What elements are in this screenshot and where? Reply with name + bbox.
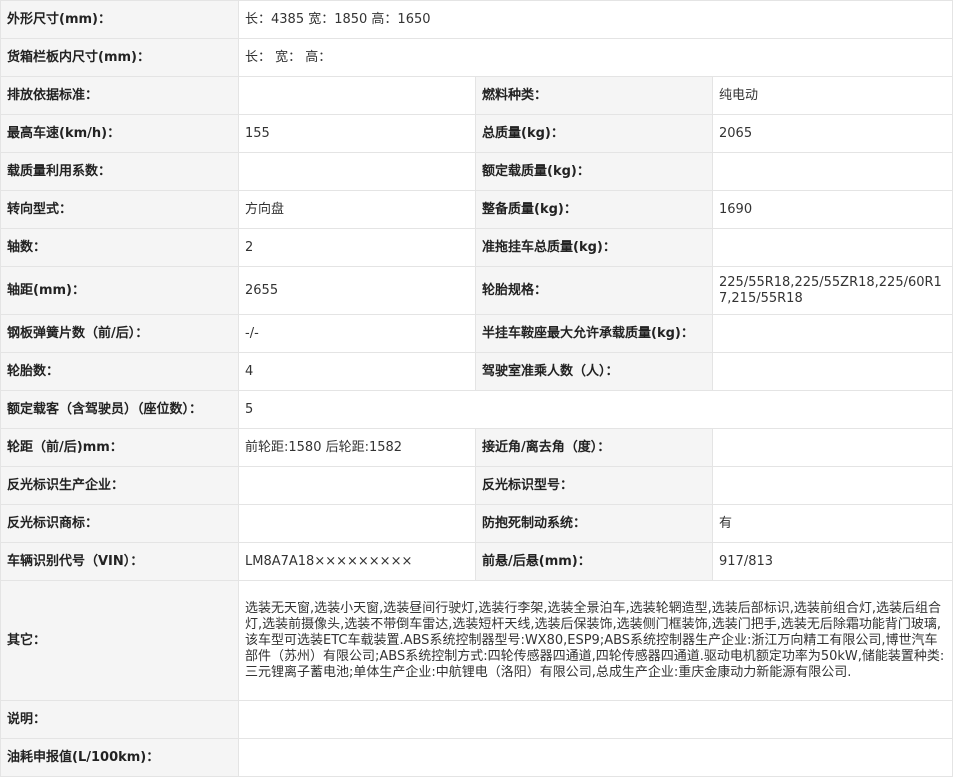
value-reflector-model bbox=[711, 466, 953, 505]
label-steering: 转向型式： bbox=[0, 190, 239, 229]
label-dims: 外形尺寸(mm)： bbox=[0, 0, 239, 39]
value-axles: 2 bbox=[238, 228, 476, 267]
value-saddle-load bbox=[711, 314, 953, 353]
value-dims: 长：4385 宽：1850 高：1650 bbox=[237, 0, 953, 39]
label-max-speed: 最高车速(km/h)： bbox=[0, 114, 239, 153]
label-other: 其它： bbox=[0, 580, 239, 701]
value-approach-angle bbox=[711, 428, 953, 467]
value-fuel-consumption bbox=[237, 738, 953, 777]
label-vin: 车辆识别代号（VIN）： bbox=[0, 542, 239, 581]
label-tire-spec: 轮胎规格： bbox=[475, 266, 713, 315]
value-cargo: 长： 宽： 高： bbox=[237, 38, 953, 77]
label-cargo: 货箱栏板内尺寸(mm)： bbox=[0, 38, 239, 77]
row-axles: 轴数： 2 准拖挂车总质量(kg)： bbox=[0, 228, 953, 267]
label-notes: 说明： bbox=[0, 700, 239, 739]
value-max-speed: 155 bbox=[238, 114, 476, 153]
value-reflector-maker bbox=[238, 466, 476, 505]
label-reflector-maker: 反光标识生产企业： bbox=[0, 466, 239, 505]
label-emission: 排放依据标准： bbox=[0, 76, 239, 115]
value-overhang: 917/813 bbox=[711, 542, 953, 581]
value-notes bbox=[237, 700, 953, 739]
row-vin: 车辆识别代号（VIN）： LM8A7A18××××××××× 前悬/后悬(mm)… bbox=[0, 542, 953, 581]
value-cab-capacity bbox=[711, 352, 953, 391]
value-track: 前轮距:1580 后轮距:1582 bbox=[238, 428, 476, 467]
value-steering: 方向盘 bbox=[238, 190, 476, 229]
row-speed: 最高车速(km/h)： 155 总质量(kg)： 2065 bbox=[0, 114, 953, 153]
row-track: 轮距（前/后)mm： 前轮距:1580 后轮距:1582 接近角/离去角（度）： bbox=[0, 428, 953, 467]
value-vin: LM8A7A18××××××××× bbox=[238, 542, 476, 581]
row-emission: 排放依据标准： 燃料种类： 纯电动 bbox=[0, 76, 953, 115]
row-other: 其它： 选装无天窗,选装小天窗,选装昼间行驶灯,选装行李架,选装全景泊车,选装轮… bbox=[0, 580, 953, 701]
value-tire-spec: 225/55R18,225/55ZR18,225/60R17,215/55R18 bbox=[711, 266, 953, 315]
value-fuel-type: 纯电动 bbox=[711, 76, 953, 115]
value-tire-count: 4 bbox=[238, 352, 476, 391]
value-gross-mass: 2065 bbox=[711, 114, 953, 153]
row-springs: 钢板弹簧片数（前/后）： -/- 半挂车鞍座最大允许承载质量(kg)： bbox=[0, 314, 953, 353]
value-springs: -/- bbox=[238, 314, 476, 353]
label-axles: 轴数： bbox=[0, 228, 239, 267]
value-abs: 有 bbox=[711, 504, 953, 543]
row-notes: 说明： bbox=[0, 700, 953, 739]
value-other: 选装无天窗,选装小天窗,选装昼间行驶灯,选装行李架,选装全景泊车,选装轮辋造型,… bbox=[237, 580, 953, 701]
row-cargo: 货箱栏板内尺寸(mm)： 长： 宽： 高： bbox=[0, 38, 953, 77]
label-tire-count: 轮胎数： bbox=[0, 352, 239, 391]
vehicle-spec-table: 外形尺寸(mm)： 长：4385 宽：1850 高：1650 货箱栏板内尺寸(m… bbox=[0, 0, 953, 777]
row-load-coef: 载质量利用系数： 额定载质量(kg)： bbox=[0, 152, 953, 191]
value-load-coef bbox=[238, 152, 476, 191]
value-seats: 5 bbox=[237, 390, 953, 429]
label-reflector-brand: 反光标识商标： bbox=[0, 504, 239, 543]
row-seats: 额定载客（含驾驶员）（座位数）： 5 bbox=[0, 390, 953, 429]
label-abs: 防抱死制动系统： bbox=[475, 504, 713, 543]
row-steering: 转向型式： 方向盘 整备质量(kg)： 1690 bbox=[0, 190, 953, 229]
row-wheelbase: 轴距(mm)： 2655 轮胎规格： 225/55R18,225/55ZR18,… bbox=[0, 266, 953, 315]
row-tires: 轮胎数： 4 驾驶室准乘人数（人）： bbox=[0, 352, 953, 391]
value-wheelbase: 2655 bbox=[238, 266, 476, 315]
value-rated-load bbox=[711, 152, 953, 191]
label-cab-capacity: 驾驶室准乘人数（人）： bbox=[475, 352, 713, 391]
value-reflector-brand bbox=[238, 504, 476, 543]
label-seats: 额定载客（含驾驶员）（座位数）： bbox=[0, 390, 239, 429]
label-wheelbase: 轴距(mm)： bbox=[0, 266, 239, 315]
label-trailer-mass: 准拖挂车总质量(kg)： bbox=[475, 228, 713, 267]
row-reflector-brand: 反光标识商标： 防抱死制动系统： 有 bbox=[0, 504, 953, 543]
label-approach-angle: 接近角/离去角（度）： bbox=[475, 428, 713, 467]
label-fuel-type: 燃料种类： bbox=[475, 76, 713, 115]
label-overhang: 前悬/后悬(mm)： bbox=[475, 542, 713, 581]
label-curb-mass: 整备质量(kg)： bbox=[475, 190, 713, 229]
label-gross-mass: 总质量(kg)： bbox=[475, 114, 713, 153]
row-fuel-consumption: 油耗申报值(L/100km)： bbox=[0, 738, 953, 777]
label-springs: 钢板弹簧片数（前/后）： bbox=[0, 314, 239, 353]
label-rated-load: 额定载质量(kg)： bbox=[475, 152, 713, 191]
value-curb-mass: 1690 bbox=[711, 190, 953, 229]
label-track: 轮距（前/后)mm： bbox=[0, 428, 239, 467]
label-load-coef: 载质量利用系数： bbox=[0, 152, 239, 191]
row-dims: 外形尺寸(mm)： 长：4385 宽：1850 高：1650 bbox=[0, 0, 953, 39]
label-fuel-consumption: 油耗申报值(L/100km)： bbox=[0, 738, 239, 777]
value-emission bbox=[238, 76, 476, 115]
value-trailer-mass bbox=[711, 228, 953, 267]
label-saddle-load: 半挂车鞍座最大允许承载质量(kg)： bbox=[475, 314, 713, 353]
label-reflector-model: 反光标识型号： bbox=[475, 466, 713, 505]
row-reflector-maker: 反光标识生产企业： 反光标识型号： bbox=[0, 466, 953, 505]
